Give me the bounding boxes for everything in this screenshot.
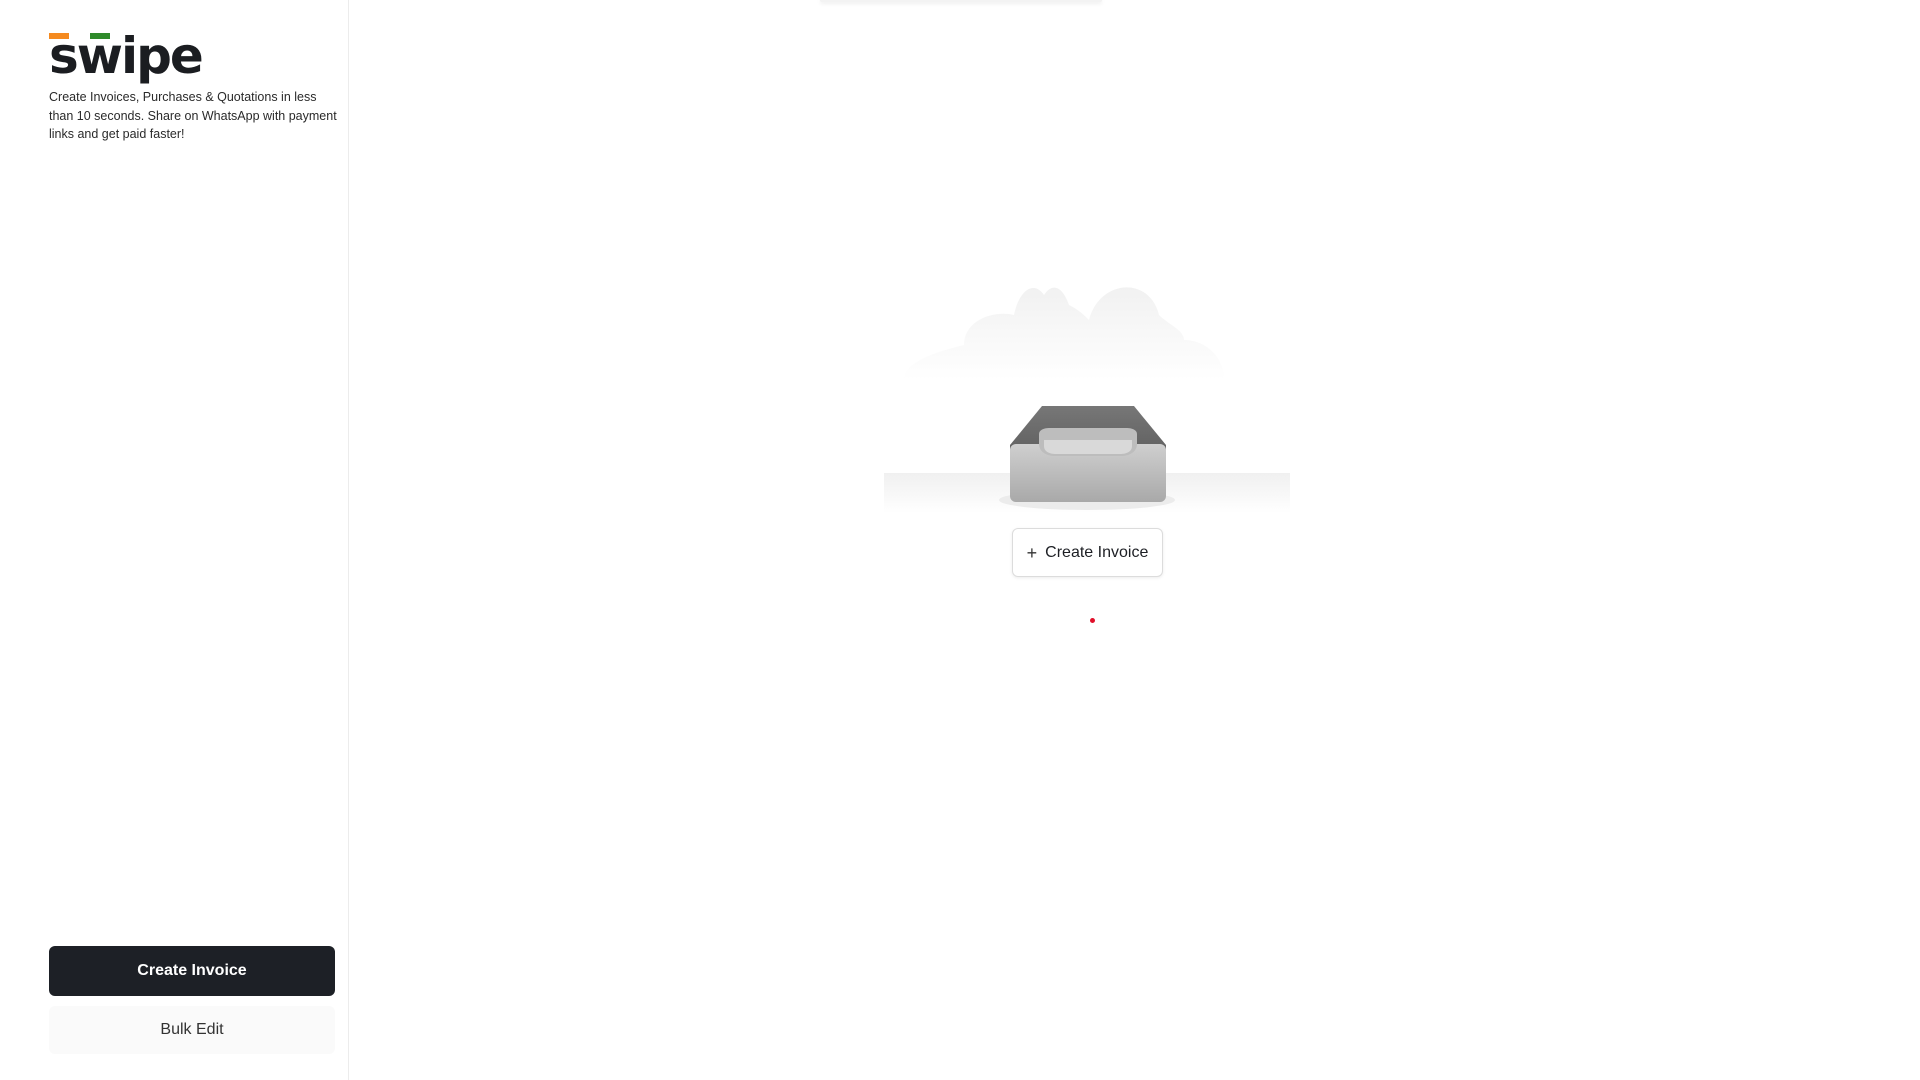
logo-accent-orange <box>49 33 69 39</box>
app-root: swipe Create Invoices, Purchases & Quota… <box>0 0 1920 1080</box>
create-invoice-label: Create Invoice <box>1045 543 1149 561</box>
empty-inbox-illustration <box>884 287 1290 513</box>
logo-accent-green <box>90 33 110 39</box>
sidebar: swipe Create Invoices, Purchases & Quota… <box>0 0 349 1080</box>
brand-logo: swipe <box>49 30 204 82</box>
cloud-shape <box>904 287 1224 380</box>
brand-wordmark: swipe <box>49 27 204 85</box>
plus-icon: + <box>1026 542 1038 563</box>
tray-slot-inner <box>1044 440 1132 454</box>
cursor-indicator-dot <box>1090 618 1095 623</box>
top-popover-edge <box>820 0 1102 2</box>
tagline: Create Invoices, Purchases & Quotations … <box>49 90 337 141</box>
create-invoice-button[interactable]: Create Invoice <box>49 946 335 996</box>
empty-state-create-invoice-button[interactable]: + Create Invoice <box>1012 528 1163 577</box>
bulk-edit-button[interactable]: Bulk Edit <box>49 1006 335 1054</box>
